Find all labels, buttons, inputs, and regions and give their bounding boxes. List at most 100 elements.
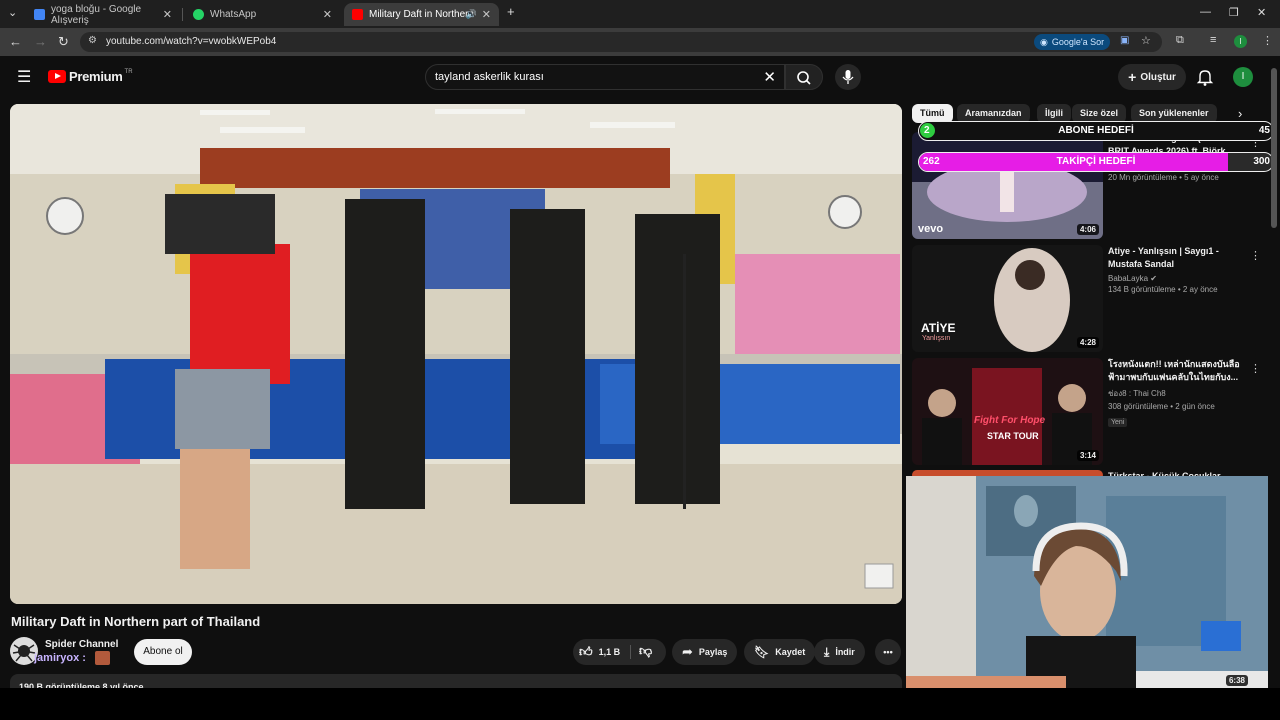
brand-label: Premium — [69, 69, 123, 84]
video-info: โรงหนังแตก!! เหล่านักแสดงบันลือฟ้ามาพบกั… — [1108, 358, 1248, 429]
video-info: Atiye - Yanlışsın | Saygı1 - Mustafa San… — [1108, 245, 1248, 294]
bookmark-star-icon[interactable]: ☆ — [1141, 34, 1151, 47]
video-frame-scene — [10, 104, 902, 604]
search-box[interactable]: tayland askerlik kurası ✕ — [425, 64, 785, 90]
forward-icon[interactable]: → — [34, 34, 47, 49]
new-tab-icon[interactable]: + — [507, 4, 515, 19]
follower-goal-target: 300 — [1253, 156, 1270, 167]
close-tab-icon[interactable]: ✕ — [323, 8, 332, 21]
cast-icon[interactable]: ▣ — [1120, 35, 1129, 46]
omnibox[interactable]: ⚙ youtube.com/watch?v=vwobkWEPob4 ◉ Goog… — [80, 32, 1162, 52]
thumbnail-subtitle-text: Yanlışsın — [922, 335, 951, 342]
subscriber-goal-label: ABONE HEDEFİ — [1058, 125, 1134, 136]
recommendation-card[interactable]: ATİYE Yanlışsın 4:28 Atiye - Yanlışsın |… — [912, 245, 1272, 353]
scrollbar-thumb[interactable] — [1271, 68, 1277, 228]
video-thumbnail[interactable]: ATİYE Yanlışsın 4:28 — [912, 245, 1103, 352]
verified-icon: ✔ — [1150, 274, 1157, 283]
like-divider — [630, 645, 631, 659]
vevo-logo: vevo — [918, 223, 944, 235]
duration-badge: 4:28 — [1076, 337, 1099, 348]
tab-google-shopping[interactable]: yoga bloğu - Google Alışveriş ✕ — [26, 3, 180, 26]
google-sor-label: Google'a Sor — [1051, 37, 1105, 47]
video-player[interactable] — [10, 104, 902, 604]
browser-profile-avatar[interactable]: I — [1234, 35, 1247, 48]
notifications-bell-icon[interactable] — [1196, 68, 1214, 86]
like-count[interactable]: 1,1 B — [599, 647, 621, 657]
extensions-icon[interactable]: ⧉ — [1176, 34, 1184, 47]
recommendation-card[interactable]: vevo 4:06 ROSALÍA - Berghain (Live at Th… — [912, 132, 1272, 240]
recommendation-meta: 134 B görüntüleme • 2 ay önce — [1108, 285, 1218, 294]
microphone-icon — [842, 70, 854, 84]
recommendation-title[interactable]: Atiye - Yanlışsın | Saygı1 - Mustafa San… — [1108, 245, 1248, 271]
bottom-letterbox — [0, 688, 1280, 720]
reload-icon[interactable]: ↻ — [58, 34, 69, 50]
youtube-premium-logo[interactable]: Premium TR — [48, 69, 133, 84]
thumbnail-tour-text: STAR TOUR — [987, 431, 1039, 441]
site-info-icon[interactable]: ⚙ — [88, 35, 97, 46]
video-thumbnail[interactable]: Fight For Hope STAR TOUR 3:14 — [912, 358, 1103, 465]
more-vertical-icon[interactable]: ⋮ — [1250, 249, 1261, 262]
save-button[interactable]: 🔖︎ Kaydet — [744, 639, 816, 665]
tab-title: Military Daft in Northern pa — [369, 9, 473, 20]
url-text[interactable]: youtube.com/watch?v=vwobkWEPob4 — [106, 36, 276, 47]
tab-search-icon[interactable]: ⌄ — [8, 6, 17, 19]
video-title: Military Daft in Northern part of Thaila… — [11, 614, 261, 629]
download-button[interactable]: ⤓ İndir — [814, 639, 865, 665]
subscribe-button[interactable]: Abone ol — [134, 639, 192, 665]
voice-search-button[interactable] — [835, 64, 861, 90]
account-avatar[interactable]: I — [1233, 67, 1253, 87]
audio-playing-icon[interactable]: 🔊 — [466, 9, 477, 20]
share-button[interactable]: ➦ Paylaş — [672, 639, 738, 665]
google-sor-button[interactable]: ◉ Google'a Sor — [1034, 34, 1111, 50]
streamer-overlay-name: jamiryox : — [34, 652, 86, 664]
streamer-emote-icon — [95, 651, 110, 665]
hamburger-menu-icon[interactable]: ☰ — [17, 67, 31, 87]
like-icon[interactable]: 👍︎ — [579, 644, 593, 660]
recommendation-channel[interactable]: ช่อง8 : Thai Ch8 — [1108, 387, 1248, 400]
more-horizontal-icon: ••• — [883, 647, 893, 657]
tab-title: yoga bloğu - Google Alışveriş — [51, 3, 142, 26]
more-actions-button[interactable]: ••• — [875, 639, 901, 665]
restore-icon[interactable]: ❐ — [1229, 6, 1239, 19]
video-thumbnail[interactable]: vevo 4:06 — [912, 132, 1103, 239]
dislike-icon[interactable]: 👎︎ — [639, 643, 652, 659]
google-shopping-favicon-icon — [34, 9, 45, 20]
create-button[interactable]: + Oluştur — [1118, 64, 1186, 90]
reading-list-icon[interactable]: ≡ — [1210, 34, 1216, 46]
clear-search-icon[interactable]: ✕ — [763, 68, 776, 86]
close-tab-icon[interactable]: ✕ — [163, 8, 172, 21]
share-label: Paylaş — [698, 647, 728, 657]
follower-goal-label: TAKİPÇİ HEDEFİ — [1056, 156, 1136, 167]
duration-badge: 6:38 — [1225, 675, 1248, 686]
event-thumbnail — [912, 358, 1103, 465]
recommendation-channel[interactable]: BabaLayka ✔ — [1108, 274, 1248, 283]
chevron-right-icon[interactable]: › — [1238, 106, 1242, 121]
recommendation-card[interactable]: Fight For Hope STAR TOUR 3:14 โรงหนังแตก… — [912, 358, 1272, 466]
bookmark-icon: 🔖︎ — [754, 645, 770, 659]
streamer-webcam-overlay: 6:38 — [906, 476, 1268, 688]
back-icon[interactable]: ← — [9, 34, 22, 49]
subscriber-goal-bar: 2 ABONE HEDEFİ 45 — [918, 121, 1274, 141]
thumbnail-title-text: ATİYE — [921, 321, 956, 335]
create-label: Oluştur — [1140, 71, 1176, 83]
more-vertical-icon[interactable]: ⋮ — [1250, 362, 1261, 375]
download-label: İndir — [835, 647, 855, 657]
minimize-icon[interactable]: — — [1200, 6, 1211, 18]
browser-menu-icon[interactable]: ⋮ — [1262, 34, 1273, 47]
subscriber-goal-target: 45 — [1258, 125, 1270, 136]
address-bar: ← → ↻ ⚙ youtube.com/watch?v=vwobkWEPob4 … — [0, 28, 1280, 56]
channel-name[interactable]: Spider Channel — [45, 639, 118, 650]
page-scrollbar[interactable] — [1271, 68, 1277, 683]
tab-separator — [182, 8, 183, 21]
tab-youtube-video[interactable]: Military Daft in Northern pa 🔊 ✕ — [344, 3, 499, 26]
search-icon — [797, 71, 811, 85]
recommendation-title[interactable]: โรงหนังแตก!! เหล่านักแสดงบันลือฟ้ามาพบกั… — [1108, 358, 1248, 384]
search-button[interactable] — [785, 64, 823, 90]
close-window-icon[interactable]: ✕ — [1257, 6, 1266, 19]
tab-whatsapp[interactable]: WhatsApp ✕ — [185, 3, 340, 26]
close-tab-icon[interactable]: ✕ — [482, 8, 491, 21]
thumbnail-headline-text: Fight For Hope — [974, 415, 1046, 426]
like-dislike-group: 👍︎ 1,1 B 👎︎ — [573, 639, 666, 665]
search-input[interactable]: tayland askerlik kurası — [435, 71, 544, 83]
new-badge: Yeni — [1108, 418, 1128, 427]
